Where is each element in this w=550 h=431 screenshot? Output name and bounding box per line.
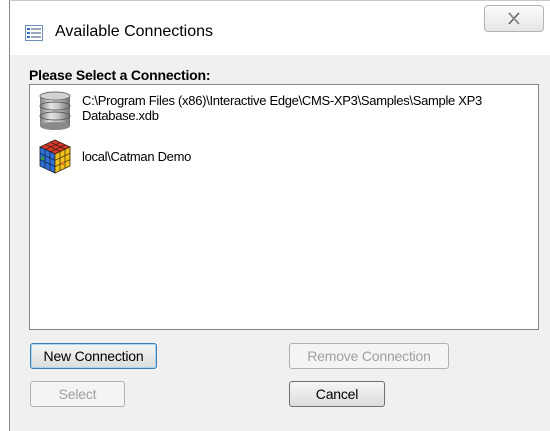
window-title: Available Connections bbox=[55, 23, 214, 40]
list-item-label: local\Catman Demo bbox=[82, 149, 192, 164]
list-item-sample-xp3-database[interactable]: C:\Program Files (x86)\Interactive Edge\… bbox=[38, 91, 536, 133]
remove-connection-button[interactable]: Remove Connection bbox=[289, 343, 449, 369]
connection-list[interactable]: C:\Program Files (x86)\Interactive Edge\… bbox=[29, 84, 539, 330]
title-bar: Available Connections bbox=[10, 1, 550, 55]
connection-list-label: Please Select a Connection: bbox=[29, 67, 211, 83]
cancel-button[interactable]: Cancel bbox=[289, 381, 385, 407]
rubik-cube-icon bbox=[38, 137, 72, 177]
dialog-window: Available Connections Please Select a Co… bbox=[9, 0, 550, 431]
close-button[interactable] bbox=[484, 5, 544, 32]
list-item-label: C:\Program Files (x86)\Interactive Edge\… bbox=[82, 93, 482, 123]
list-item-catman-demo[interactable]: local\Catman Demo bbox=[38, 137, 536, 177]
database-cylinder-icon bbox=[38, 91, 72, 131]
new-connection-button[interactable]: New Connection bbox=[30, 343, 157, 369]
list-window-icon bbox=[25, 25, 43, 41]
select-button[interactable]: Select bbox=[30, 381, 125, 407]
close-x-icon bbox=[508, 12, 520, 25]
